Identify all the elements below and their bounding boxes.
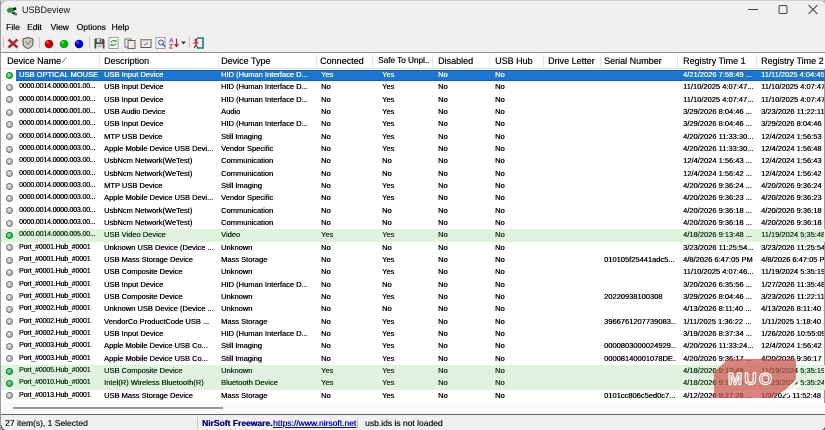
svg-text:MUO: MUO — [728, 370, 774, 389]
svg-text:Z: Z — [169, 44, 173, 50]
